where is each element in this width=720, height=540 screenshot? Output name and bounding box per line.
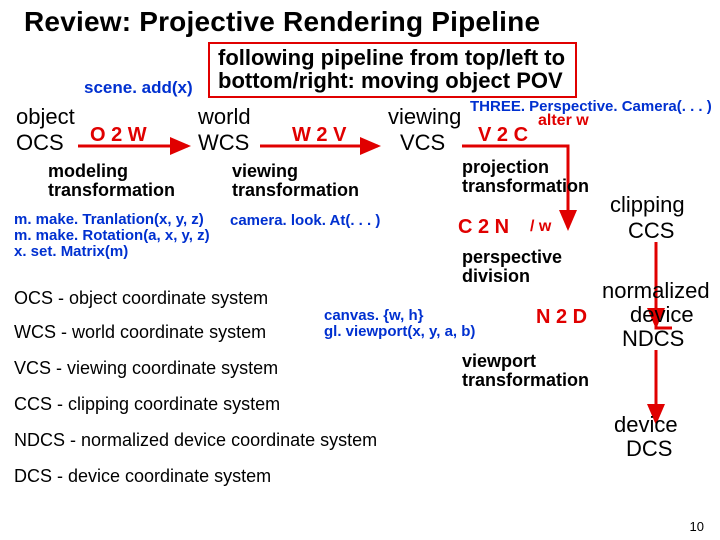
- api-make-translation: m. make. Tranlation(x, y, z): [14, 212, 210, 228]
- legend-wcs: WCS - world coordinate system: [14, 322, 266, 343]
- edge-n2d: N 2 D: [536, 306, 587, 329]
- xform-viewing: viewing transformation: [232, 162, 359, 200]
- legend-ocs: OCS - object coordinate system: [14, 288, 268, 309]
- api-look-at: camera. look. At(. . . ): [230, 212, 380, 229]
- api-make-rotation: m. make. Rotation(a, x, y, z): [14, 228, 210, 244]
- api-viewport: canvas. {w, h} gl. viewport(x, y, a, b): [324, 308, 475, 340]
- xform-viewport-l1: viewport: [462, 352, 589, 371]
- node-vcs: VCS: [400, 130, 445, 156]
- node-clipping: clipping: [610, 192, 685, 218]
- edge-div-w: / w: [530, 218, 551, 236]
- xform-projection-l1: projection: [462, 158, 589, 177]
- subtitle-line2: bottom/right: moving object POV: [218, 69, 565, 92]
- xform-projection-l2: transformation: [462, 177, 589, 196]
- node-viewing: viewing: [388, 104, 461, 130]
- slide-title: Review: Projective Rendering Pipeline: [0, 0, 720, 38]
- xform-perspective-l1: perspective: [462, 248, 562, 267]
- node-world: world: [198, 104, 251, 130]
- xform-modeling-l1: modeling: [48, 162, 175, 181]
- xform-viewport: viewport transformation: [462, 352, 589, 390]
- api-perspective-camera: THREE. Perspective. Camera(. . . ): [470, 98, 712, 115]
- node-device-upper: device: [630, 302, 694, 328]
- node-object: object: [16, 104, 75, 130]
- node-dcs: DCS: [626, 436, 672, 462]
- subtitle-box: following pipeline from top/left to bott…: [208, 42, 577, 98]
- xform-viewing-l1: viewing: [232, 162, 359, 181]
- api-canvas-wh: canvas. {w, h}: [324, 308, 475, 324]
- legend-vcs: VCS - viewing coordinate system: [14, 358, 278, 379]
- node-device-lower: device: [614, 412, 678, 438]
- arrow-o2w: [76, 118, 196, 158]
- legend-ccs: CCS - clipping coordinate system: [14, 394, 280, 415]
- api-modeling: m. make. Tranlation(x, y, z) m. make. Ro…: [14, 212, 210, 259]
- xform-projection: projection transformation: [462, 158, 589, 196]
- xform-modeling: modeling transformation: [48, 162, 175, 200]
- page-number: 10: [690, 519, 704, 534]
- node-wcs: WCS: [198, 130, 249, 156]
- node-normalized: normalized: [602, 278, 710, 304]
- arrow-w2v: [258, 118, 388, 158]
- subtitle-line1: following pipeline from top/left to: [218, 46, 565, 69]
- xform-perspective: perspective division: [462, 248, 562, 286]
- xform-viewport-l2: transformation: [462, 371, 589, 390]
- legend-ndcs: NDCS - normalized device coordinate syst…: [14, 430, 377, 451]
- api-gl-viewport: gl. viewport(x, y, a, b): [324, 324, 475, 340]
- node-ocs: OCS: [16, 130, 64, 156]
- legend-dcs: DCS - device coordinate system: [14, 466, 271, 487]
- xform-perspective-l2: division: [462, 267, 562, 286]
- edge-c2n: C 2 N: [458, 216, 509, 239]
- api-scene-add: scene. add(x): [84, 78, 193, 98]
- api-set-matrix: x. set. Matrix(m): [14, 244, 210, 260]
- xform-viewing-l2: transformation: [232, 181, 359, 200]
- xform-modeling-l2: transformation: [48, 181, 175, 200]
